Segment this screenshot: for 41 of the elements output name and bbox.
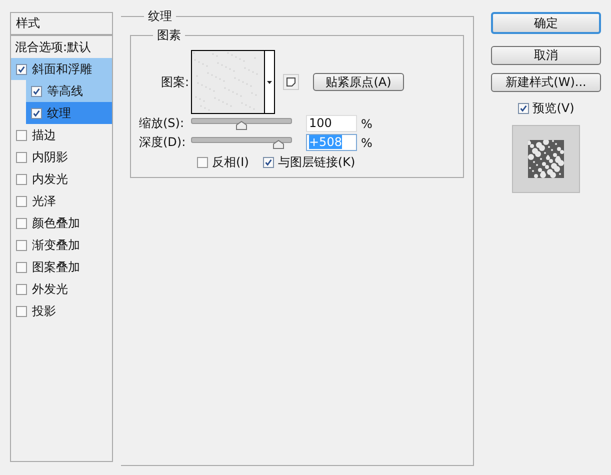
style-item[interactable]: 颜色叠加 xyxy=(11,212,112,234)
pattern-label: 图案: xyxy=(160,74,189,90)
style-item[interactable]: 内阴影 xyxy=(11,146,112,168)
style-label: 等高线 xyxy=(47,82,83,100)
dialog-button[interactable]: 确定 xyxy=(491,12,601,34)
snap-to-origin-button[interactable]: 贴紧原点(A) xyxy=(313,73,404,91)
style-label: 图案叠加 xyxy=(32,258,80,276)
style-item[interactable]: 斜面和浮雕 xyxy=(11,58,112,80)
style-item[interactable]: 纹理 xyxy=(26,102,112,124)
unit-label: % xyxy=(361,116,372,130)
group-title: 图素 xyxy=(156,27,182,44)
dialog-button[interactable]: 取消 xyxy=(491,46,601,65)
style-label: 外发光 xyxy=(32,280,68,298)
style-label: 光泽 xyxy=(32,192,56,210)
style-item[interactable]: 渐变叠加 xyxy=(11,234,112,256)
group-title: 纹理 xyxy=(147,8,173,25)
style-item[interactable]: 外发光 xyxy=(11,278,112,300)
style-label: 渐变叠加 xyxy=(32,236,80,254)
style-item[interactable]: 投影 xyxy=(11,300,112,322)
style-item[interactable]: 光泽 xyxy=(11,190,112,212)
value-field[interactable]: 100 xyxy=(306,115,357,132)
style-label: 描边 xyxy=(32,126,56,144)
checkbox-label: 与图层链接(K) xyxy=(278,154,356,171)
style-label: 投影 xyxy=(32,302,56,320)
style-item[interactable]: 描边 xyxy=(11,124,112,146)
preview-label: 预览(V) xyxy=(532,100,574,117)
slider-label: 深度(D): xyxy=(139,134,187,151)
style-item[interactable]: 等高线 xyxy=(26,80,112,102)
slider-label: 缩放(S): xyxy=(139,115,186,132)
checkbox-label: 反相(I) xyxy=(212,154,249,171)
dialog-button[interactable]: 新建样式(W)... xyxy=(491,73,601,92)
style-label: 内阴影 xyxy=(32,148,68,166)
blending-options-item[interactable]: 混合选项:默认 xyxy=(11,36,112,58)
style-label: 内发光 xyxy=(32,170,68,188)
style-label: 纹理 xyxy=(47,104,71,122)
style-item[interactable]: 图案叠加 xyxy=(11,256,112,278)
style-item[interactable]: 内发光 xyxy=(11,168,112,190)
style-label: 颜色叠加 xyxy=(32,214,80,232)
unit-label: % xyxy=(361,136,372,150)
style-label: 斜面和浮雕 xyxy=(32,60,92,78)
panel-header: 样式 xyxy=(11,13,112,36)
